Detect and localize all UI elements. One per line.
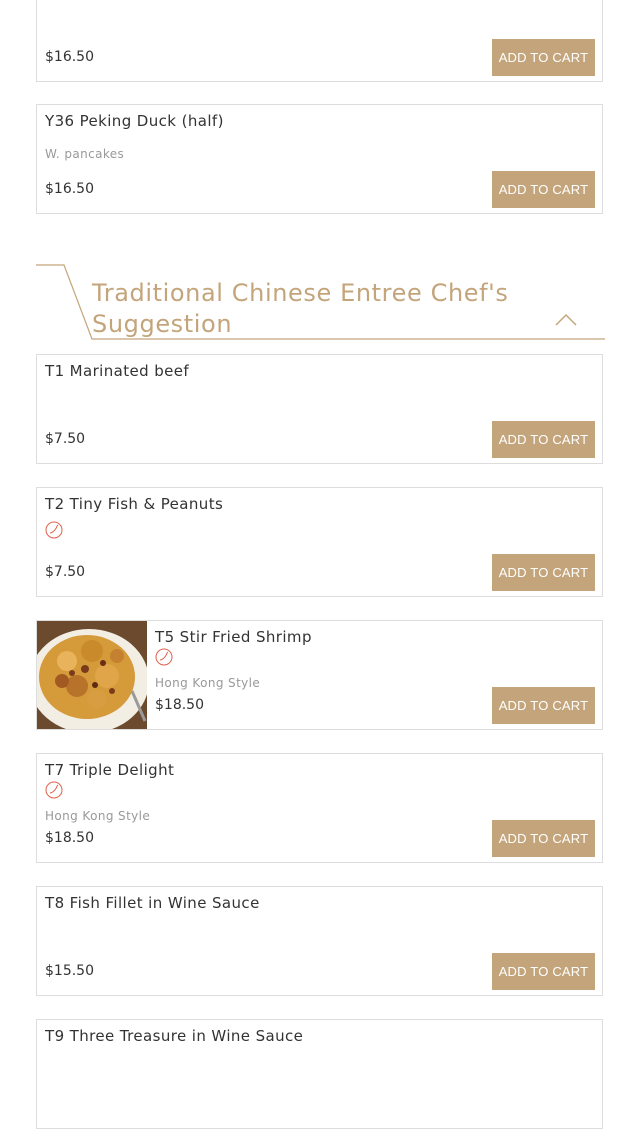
menu-item-card: T2 Tiny Fish & Peanuts $7.50 ADD TO CART [36, 487, 603, 597]
item-name: T9 Three Treasure in Wine Sauce [45, 1027, 304, 1045]
spicy-icon [45, 781, 63, 799]
menu-item-card: T7 Triple Delight Hong Kong Style $18.50… [36, 753, 603, 863]
spicy-icon [155, 648, 173, 666]
item-price: $18.50 [45, 830, 94, 846]
chevron-up-icon[interactable] [555, 312, 577, 326]
add-to-cart-button[interactable]: ADD TO CART [492, 554, 595, 591]
add-to-cart-button[interactable]: ADD TO CART [492, 421, 595, 458]
add-to-cart-button[interactable]: ADD TO CART [492, 39, 595, 76]
item-name: T7 Triple Delight [45, 761, 175, 779]
category-header[interactable]: Traditional Chinese Entree Chef's Sugges… [36, 264, 605, 340]
item-price: $7.50 [45, 431, 86, 447]
spicy-icon [45, 521, 63, 539]
add-to-cart-button[interactable]: ADD TO CART [492, 820, 595, 857]
item-name: T5 Stir Fried Shrimp [155, 628, 312, 646]
menu-item-card: T9 Three Treasure in Wine Sauce [36, 1019, 603, 1129]
item-description: Hong Kong Style [155, 676, 261, 690]
item-name: T8 Fish Fillet in Wine Sauce [45, 894, 260, 912]
menu-item-card: $16.50 ADD TO CART [36, 0, 603, 82]
item-name: T1 Marinated beef [45, 362, 190, 380]
item-price: $16.50 [45, 49, 94, 65]
item-price: $7.50 [45, 564, 86, 580]
item-description: Hong Kong Style [45, 809, 151, 823]
item-name: T2 Tiny Fish & Peanuts [45, 495, 224, 513]
menu-item-card: T5 Stir Fried Shrimp Hong Kong Style $18… [36, 620, 603, 730]
item-price: $16.50 [45, 181, 94, 197]
item-price: $15.50 [45, 963, 94, 979]
item-name: Y36 Peking Duck (half) [45, 112, 224, 130]
menu-item-card: T1 Marinated beef $7.50 ADD TO CART [36, 354, 603, 464]
item-description: W. pancakes [45, 147, 125, 161]
item-price: $18.50 [155, 697, 204, 713]
add-to-cart-button[interactable]: ADD TO CART [492, 171, 595, 208]
add-to-cart-button[interactable]: ADD TO CART [492, 687, 595, 724]
stir-fried-shrimp-photo[interactable] [37, 621, 147, 730]
menu-item-card: Y36 Peking Duck (half) W. pancakes $16.5… [36, 104, 603, 214]
add-to-cart-button[interactable]: ADD TO CART [492, 953, 595, 990]
menu-item-card: T8 Fish Fillet in Wine Sauce $15.50 ADD … [36, 886, 603, 996]
category-title: Traditional Chinese Entree Chef's Sugges… [92, 279, 509, 338]
